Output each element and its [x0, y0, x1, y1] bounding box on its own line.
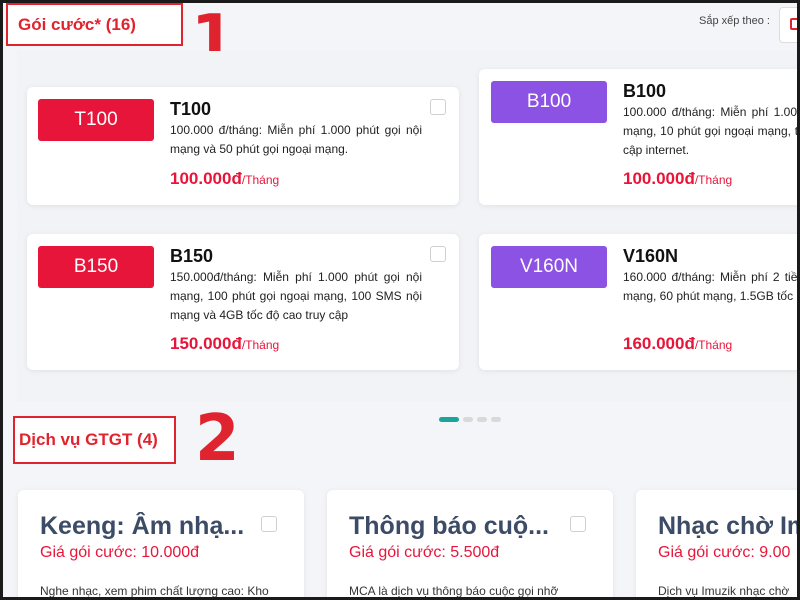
package-select-checkbox[interactable]: [430, 99, 446, 115]
package-card-b150[interactable]: B150 B150 150.000đ/tháng: Miễn phí 1.000…: [27, 234, 459, 370]
package-price-value: 100.000đ: [170, 169, 242, 188]
service-description: Dịch vụ Imuzik nhạc chờ: [658, 584, 790, 597]
service-select-checkbox[interactable]: [261, 516, 277, 532]
package-card-t100[interactable]: T100 T100 100.000 đ/tháng: Miễn phí 1.00…: [27, 87, 459, 205]
package-price: 150.000đ/Tháng: [170, 334, 279, 354]
carousel-dot-4[interactable]: [491, 417, 501, 422]
package-price-value: 150.000đ: [170, 334, 242, 353]
package-description: 160.000 đ/tháng: Miễn phí 2 tiền/cuộc gọ…: [623, 270, 797, 303]
package-description: 100.000 đ/tháng: Miễn phí 1.000 phút gọi…: [623, 105, 797, 157]
services-section-title: Dịch vụ GTGT (4): [19, 430, 158, 449]
package-title: B100: [623, 81, 667, 101]
package-price-value: 100.000đ: [623, 169, 695, 188]
service-description: MCA là dịch vụ thông báo cuộc gọi nhỡ: [349, 584, 559, 597]
packages-section-title: Gói cước* (16): [18, 14, 136, 34]
service-title: Thông báo cuộ...: [349, 512, 549, 540]
services-section-header: Dịch vụ GTGT (4): [13, 416, 176, 464]
page: Gói cước* (16) 1 Sắp xếp theo : T100 T10…: [3, 3, 797, 597]
service-title: Nhạc chờ Im: [658, 512, 797, 540]
package-title: T100: [170, 99, 212, 119]
package-description: 100.000 đ/tháng: Miễn phí 1.000 phút gọi…: [170, 123, 422, 156]
carousel-dot-1[interactable]: [439, 417, 459, 422]
package-price-unit: /Tháng: [694, 173, 733, 187]
package-description: 150.000đ/tháng: Miễn phí 1.000 phút gọi …: [170, 270, 422, 322]
sort-label: Sắp xếp theo :: [699, 15, 770, 27]
package-title: V160N: [623, 246, 679, 266]
service-card-mca[interactable]: Thông báo cuộ... Giá gói cước: 5.500đ MC…: [327, 490, 613, 597]
package-title: B150: [170, 246, 214, 266]
package-card-v160n[interactable]: V160N V160N 160.000 đ/tháng: Miễn phí 2 …: [479, 234, 797, 370]
carousel-dot-3[interactable]: [477, 417, 487, 422]
calendar-icon: [790, 18, 797, 30]
package-price-value: 160.000đ: [623, 334, 695, 353]
service-card-imuzik[interactable]: Nhạc chờ Im Giá gói cước: 9.00 Dịch vụ I…: [636, 490, 797, 597]
service-select-checkbox[interactable]: [570, 516, 586, 532]
package-price: 100.000đ/Tháng: [170, 169, 279, 189]
service-price: Giá gói cước: 5.500đ: [349, 544, 500, 561]
package-badge: V160N: [491, 246, 607, 288]
package-price-unit: /Tháng: [241, 173, 280, 187]
package-price: 100.000đ/Tháng: [623, 169, 732, 189]
package-badge: T100: [38, 99, 154, 141]
sort-button[interactable]: [779, 7, 797, 43]
package-price-unit: /Tháng: [241, 338, 280, 352]
carousel-dot-2[interactable]: [463, 417, 473, 422]
package-price: 160.000đ/Tháng: [623, 334, 732, 354]
service-title: Keeng: Âm nhạ...: [40, 512, 245, 540]
packages-panel: T100 T100 100.000 đ/tháng: Miễn phí 1.00…: [17, 51, 797, 401]
package-select-checkbox[interactable]: [430, 246, 446, 262]
annotation-number-2: 2: [195, 402, 240, 476]
packages-section-header: Gói cước* (16): [6, 3, 183, 46]
service-price: Giá gói cước: 9.00: [658, 544, 791, 561]
package-badge: B150: [38, 246, 154, 288]
service-description: Nghe nhạc, xem phim chất lượng cao: Kho: [40, 584, 269, 597]
carousel-pagination: [439, 417, 501, 422]
service-card-keeng[interactable]: Keeng: Âm nhạ... Giá gói cước: 10.000đ N…: [18, 490, 304, 597]
package-price-unit: /Tháng: [694, 338, 733, 352]
package-card-b100[interactable]: B100 B100 100.000 đ/tháng: Miễn phí 1.00…: [479, 69, 797, 205]
package-badge: B100: [491, 81, 607, 123]
service-price: Giá gói cước: 10.000đ: [40, 544, 200, 561]
